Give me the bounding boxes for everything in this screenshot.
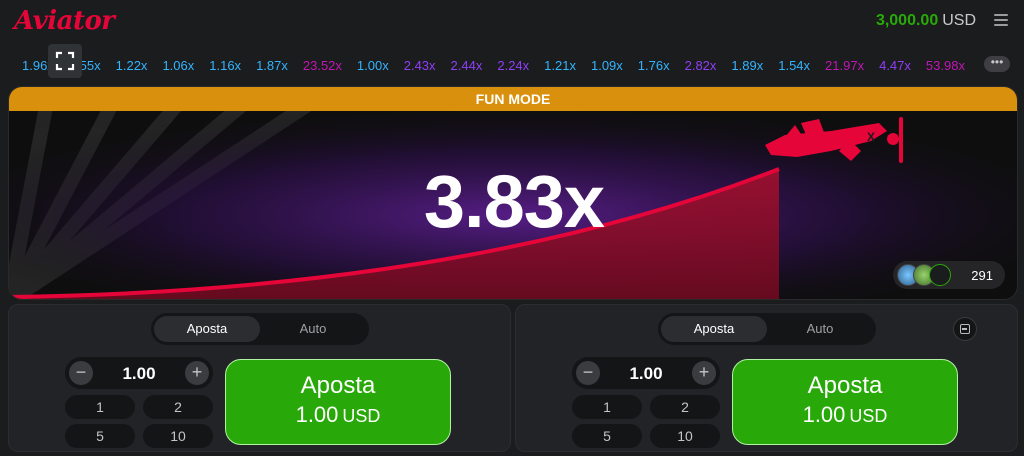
- tab-bet[interactable]: Aposta: [661, 316, 767, 342]
- bet-mode-tabs: Aposta Auto: [658, 313, 876, 345]
- minus-icon[interactable]: −: [576, 361, 600, 385]
- plus-icon[interactable]: +: [185, 361, 209, 385]
- history-multiplier[interactable]: 2.82x: [685, 58, 717, 73]
- minus-icon[interactable]: −: [69, 361, 93, 385]
- players-count: 291: [971, 268, 993, 283]
- fun-mode-banner: FUN MODE: [9, 87, 1017, 111]
- balance: 3,000.00 USD: [876, 12, 976, 30]
- quick-stake-1[interactable]: 1: [572, 395, 642, 419]
- game-canvas: FUN MODE X 3.83x 291: [8, 86, 1018, 300]
- history-multiplier[interactable]: 1.87x: [256, 58, 288, 73]
- history-multiplier[interactable]: 4.47x: [879, 58, 911, 73]
- history-multiplier[interactable]: 1.09x: [591, 58, 623, 73]
- history-multiplier[interactable]: 2.44x: [451, 58, 483, 73]
- history-multiplier[interactable]: 1.22x: [116, 58, 148, 73]
- history-multiplier[interactable]: 53.98x: [926, 58, 965, 73]
- tab-bet[interactable]: Aposta: [154, 316, 260, 342]
- quick-stake-10[interactable]: 10: [143, 424, 213, 448]
- more-icon[interactable]: •••: [984, 56, 1010, 72]
- stake-stepper: − 1.00 +: [572, 357, 720, 389]
- history-multiplier[interactable]: 2.43x: [404, 58, 436, 73]
- avatar: [929, 264, 951, 286]
- bet-panel-2: Aposta Auto − 1.00 + 1 2 5 10 Aposta 1.0…: [515, 304, 1018, 452]
- plus-icon[interactable]: +: [692, 361, 716, 385]
- collapse-icon[interactable]: [953, 317, 977, 341]
- menu-icon[interactable]: [994, 14, 1008, 26]
- balance-amount: 3,000.00: [875, 12, 939, 29]
- fullscreen-icon: [55, 51, 75, 71]
- history-multiplier[interactable]: 1.89x: [731, 58, 763, 73]
- quick-stake-1[interactable]: 1: [65, 395, 135, 419]
- history-multiplier[interactable]: 1.16x: [209, 58, 241, 73]
- current-multiplier: 3.83x: [423, 160, 605, 243]
- tab-auto[interactable]: Auto: [260, 316, 366, 342]
- bet-button-amount: 1.00 USD: [295, 402, 381, 427]
- svg-text:X: X: [867, 130, 875, 144]
- bet-button-label: Aposta: [300, 372, 376, 399]
- bet-button[interactable]: Aposta 1.00 USD: [225, 359, 451, 445]
- history-multiplier[interactable]: 1.76x: [638, 58, 670, 73]
- logo: Aviator: [14, 6, 115, 36]
- quick-stake-10[interactable]: 10: [650, 424, 720, 448]
- history-multiplier[interactable]: 2.24x: [497, 58, 529, 73]
- history-multiplier[interactable]: 1.06x: [162, 58, 194, 73]
- stake-value[interactable]: 1.00: [95, 364, 183, 384]
- quick-stake-5[interactable]: 5: [65, 424, 135, 448]
- fullscreen-button[interactable]: [48, 44, 82, 78]
- quick-stake-2[interactable]: 2: [143, 395, 213, 419]
- tab-auto[interactable]: Auto: [767, 316, 873, 342]
- header: Aviator 3,000.00 USD: [0, 0, 1024, 44]
- stake-stepper: − 1.00 +: [65, 357, 213, 389]
- history-multiplier[interactable]: 1.00x: [357, 58, 389, 73]
- bet-button-label: Aposta: [807, 372, 883, 399]
- bet-mode-tabs: Aposta Auto: [151, 313, 369, 345]
- players-online: 291: [893, 261, 1005, 289]
- bet-panel-1: Aposta Auto − 1.00 + 1 2 5 10 Aposta 1.0…: [8, 304, 511, 452]
- bet-button[interactable]: Aposta 1.00 USD: [732, 359, 958, 445]
- history-bar: 1.96x 1.55x 1.22x 1.06x 1.16x 1.87x 23.52x 1.00…: [0, 50, 980, 80]
- quick-stake-5[interactable]: 5: [572, 424, 642, 448]
- balance-currency: USD: [942, 12, 976, 29]
- history-multiplier[interactable]: 1.54x: [778, 58, 810, 73]
- history-multiplier[interactable]: 23.52x: [303, 58, 342, 73]
- history-multiplier[interactable]: 21.97x: [825, 58, 864, 73]
- bet-button-amount: 1.00 USD: [802, 402, 888, 427]
- stake-value[interactable]: 1.00: [602, 364, 690, 384]
- quick-stake-2[interactable]: 2: [650, 395, 720, 419]
- history-multiplier[interactable]: 1.21x: [544, 58, 576, 73]
